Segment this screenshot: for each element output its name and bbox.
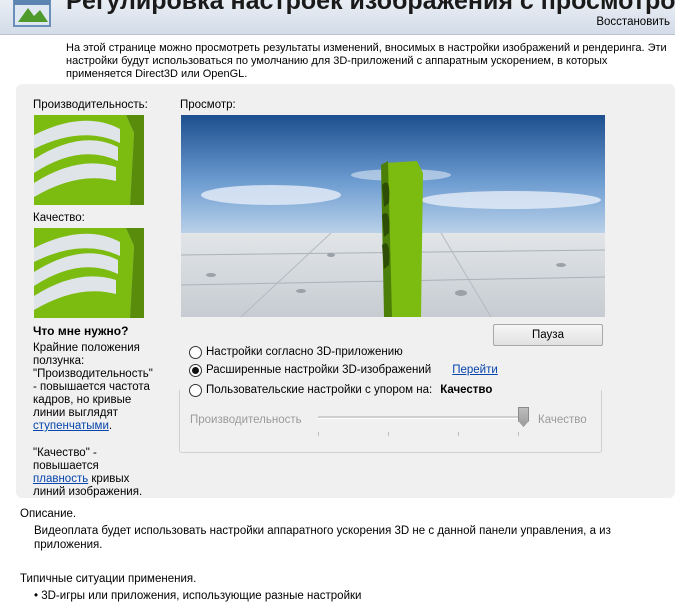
advanced-settings-link[interactable]: Перейти xyxy=(452,364,498,376)
option-app-controlled-label: Настройки согласно 3D-приложению xyxy=(206,346,403,358)
help-paragraph-performance: Крайние положения ползунка: "Производите… xyxy=(33,342,153,433)
radio-advanced[interactable] xyxy=(189,363,202,377)
help-text: "Качество" - повышается xyxy=(33,447,99,472)
slider-tick xyxy=(458,432,459,436)
usage-list-item: • 3D-игры или приложения, использующие р… xyxy=(34,590,362,602)
help-title: Что мне нужно? xyxy=(33,324,129,338)
nvidia-settings-icon xyxy=(13,0,51,27)
help-text: Крайние положения ползунка: "Производите… xyxy=(33,342,153,419)
help-text-end: . xyxy=(108,420,113,432)
smoothness-link[interactable]: плавность xyxy=(33,473,88,485)
jagged-link[interactable]: ступенчатыми xyxy=(33,420,109,432)
slider-left-label: Производительность xyxy=(190,414,302,426)
quality-thumbnail xyxy=(34,228,144,318)
restore-defaults-link[interactable]: Восстановить xyxy=(596,16,670,28)
preview-label: Просмотр: xyxy=(180,99,236,111)
option-app-controlled[interactable]: Настройки согласно 3D-приложению xyxy=(189,344,403,360)
radio-app-controlled[interactable] xyxy=(189,345,202,359)
description-title: Описание. xyxy=(20,508,77,520)
slider-tick xyxy=(388,432,389,436)
page-title: Регулировка настроек изображения с просм… xyxy=(66,0,675,15)
slider-tick xyxy=(518,432,519,436)
page-header: Регулировка настроек изображения с просм… xyxy=(0,0,675,35)
help-paragraph-quality: "Качество" - повышается плавность кривых… xyxy=(33,447,153,499)
usage-title: Типичные ситуации применения. xyxy=(20,573,197,585)
slider-track[interactable] xyxy=(318,416,528,419)
quality-slider-group: Производительность Качество xyxy=(179,390,602,453)
slider-thumb[interactable] xyxy=(518,407,529,427)
intro-text: На этой странице можно просмотреть резул… xyxy=(66,42,667,80)
option-advanced-label: Расширенные настройки 3D-изображений xyxy=(206,364,432,376)
pause-button[interactable]: Пауза xyxy=(493,324,603,346)
option-advanced[interactable]: Расширенные настройки 3D-изображений Пер… xyxy=(189,362,498,378)
usage-item-text: 3D-игры или приложения, использующие раз… xyxy=(41,590,362,602)
performance-label: Производительность: xyxy=(33,99,148,111)
performance-thumbnail xyxy=(34,115,144,205)
preview-viewport xyxy=(181,115,605,317)
description-text: Видеоплата будет использовать настройки … xyxy=(34,525,611,551)
slider-right-label: Качество xyxy=(538,414,587,426)
slider-tick xyxy=(318,432,319,436)
quality-label: Качество: xyxy=(33,212,85,224)
